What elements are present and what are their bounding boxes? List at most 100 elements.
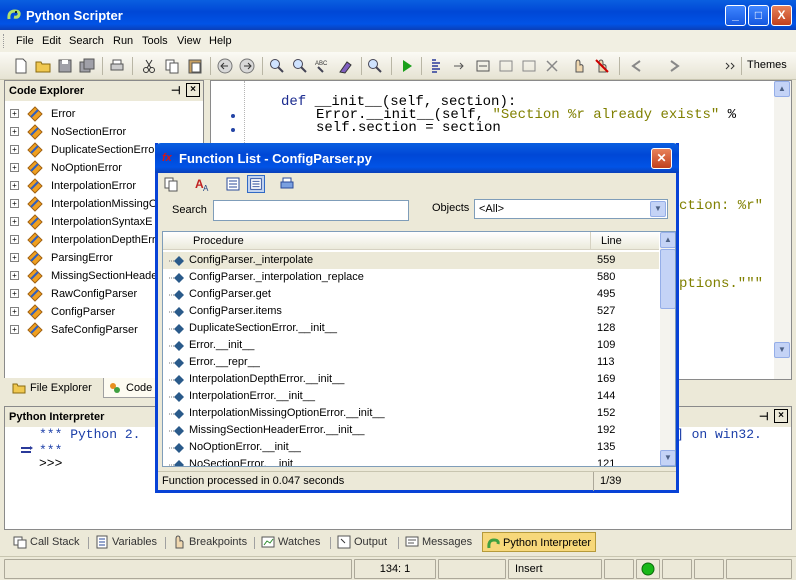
- replace-icon[interactable]: ABC: [314, 57, 332, 75]
- tab-code-explorer[interactable]: Code: [103, 378, 158, 398]
- expand-icon[interactable]: +: [10, 289, 19, 298]
- toggle-breakpoint-icon[interactable]: [570, 57, 588, 75]
- new-file-icon[interactable]: [12, 57, 30, 75]
- copy-icon[interactable]: [162, 175, 180, 193]
- chevron-down-icon[interactable]: ▼: [650, 201, 666, 217]
- expand-icon[interactable]: +: [10, 325, 19, 334]
- tab-watches[interactable]: Watches: [258, 532, 324, 552]
- step-into-icon[interactable]: [451, 57, 469, 75]
- debug-icon[interactable]: [428, 57, 446, 75]
- paste-icon[interactable]: [186, 57, 204, 75]
- toolbar-separator: [361, 57, 362, 75]
- table-row[interactable]: ConfigParser._interpolate 559: [163, 252, 659, 269]
- clear-breakpoints-icon[interactable]: [593, 57, 611, 75]
- table-row[interactable]: MissingSectionHeaderError.__init__ 192: [163, 422, 659, 439]
- back-icon[interactable]: [628, 57, 646, 75]
- forward-icon[interactable]: [665, 57, 683, 75]
- expand-icon[interactable]: +: [10, 199, 19, 208]
- toolbar-overflow-icon[interactable]: [722, 57, 740, 75]
- table-row[interactable]: InterpolationDepthError.__init__ 169: [163, 371, 659, 388]
- step-over-icon[interactable]: [474, 57, 492, 75]
- dialog-close-button[interactable]: ✕: [651, 148, 672, 169]
- table-row[interactable]: Error.__init__ 109: [163, 337, 659, 354]
- pin-icon[interactable]: ⊣: [171, 84, 183, 98]
- menu-file[interactable]: File: [16, 35, 34, 47]
- expand-icon[interactable]: +: [10, 235, 19, 244]
- scroll-down-icon[interactable]: ▼: [774, 342, 790, 358]
- close-panel-icon[interactable]: ×: [774, 409, 788, 423]
- print-icon[interactable]: [108, 57, 126, 75]
- step-out-icon[interactable]: [497, 57, 515, 75]
- close-panel-icon[interactable]: ×: [186, 83, 200, 97]
- pin-icon[interactable]: ⊣: [759, 410, 771, 424]
- clear-icon[interactable]: [337, 57, 355, 75]
- expand-icon[interactable]: +: [10, 145, 19, 154]
- save-all-icon[interactable]: [78, 57, 96, 75]
- table-row[interactable]: NoSectionError.__init__ 121: [163, 456, 659, 467]
- menu-view[interactable]: View: [177, 35, 201, 47]
- column-line[interactable]: Line: [591, 232, 659, 250]
- undo-icon[interactable]: [216, 57, 234, 75]
- minimize-button[interactable]: _: [725, 5, 746, 26]
- table-row[interactable]: InterpolationMissingOptionError.__init__…: [163, 405, 659, 422]
- copy-icon[interactable]: [163, 57, 181, 75]
- open-folder-icon[interactable]: [34, 57, 52, 75]
- tab-messages[interactable]: Messages: [402, 532, 476, 552]
- table-row[interactable]: InterpolationError.__init__ 144: [163, 388, 659, 405]
- expand-icon[interactable]: +: [10, 109, 19, 118]
- table-row[interactable]: ConfigParser.get 495: [163, 286, 659, 303]
- menu-edit[interactable]: Edit: [42, 35, 61, 47]
- cut-icon[interactable]: [140, 57, 158, 75]
- detail-view-icon[interactable]: [247, 175, 265, 193]
- themes-button[interactable]: Themes: [747, 59, 787, 71]
- find-icon[interactable]: [268, 57, 286, 75]
- list-view-icon[interactable]: [224, 175, 242, 193]
- menu-tools[interactable]: Tools: [142, 35, 168, 47]
- print-icon[interactable]: [278, 175, 296, 193]
- objects-select[interactable]: <All> ▼: [474, 199, 668, 219]
- menu-search[interactable]: Search: [69, 35, 104, 47]
- search-input[interactable]: [213, 200, 409, 221]
- close-button[interactable]: X: [771, 5, 792, 26]
- table-row[interactable]: NoOptionError.__init__ 135: [163, 439, 659, 456]
- goto-line-icon[interactable]: [366, 57, 384, 75]
- interpreter-prompt[interactable]: >>>: [39, 456, 62, 471]
- menu-help[interactable]: Help: [209, 35, 232, 47]
- expand-icon[interactable]: +: [10, 163, 19, 172]
- editor-vertical-scrollbar[interactable]: ▲ ▼: [774, 81, 791, 379]
- table-row[interactable]: DuplicateSectionError.__init__ 128: [163, 320, 659, 337]
- scroll-up-icon[interactable]: ▲: [774, 81, 790, 97]
- font-icon[interactable]: AA: [194, 175, 212, 193]
- expand-icon[interactable]: +: [10, 307, 19, 316]
- scroll-thumb[interactable]: [660, 249, 675, 309]
- find-next-icon[interactable]: [291, 57, 309, 75]
- tab-file-explorer[interactable]: File Explorer: [8, 378, 96, 398]
- run-to-cursor-icon[interactable]: [520, 57, 538, 75]
- expand-icon[interactable]: +: [10, 181, 19, 190]
- scroll-up-icon[interactable]: ▲: [660, 232, 675, 248]
- abort-icon[interactable]: [543, 57, 561, 75]
- expand-icon[interactable]: +: [10, 217, 19, 226]
- column-procedure[interactable]: Procedure: [163, 232, 591, 250]
- tab-breakpoints[interactable]: Breakpoints: [169, 532, 251, 552]
- menu-run[interactable]: Run: [113, 35, 133, 47]
- tab-call-stack[interactable]: Call Stack: [10, 532, 84, 552]
- expand-icon[interactable]: +: [10, 253, 19, 262]
- redo-icon[interactable]: [238, 57, 256, 75]
- run-icon[interactable]: [398, 57, 416, 75]
- save-icon[interactable]: [56, 57, 74, 75]
- expand-icon[interactable]: +: [10, 127, 19, 136]
- scroll-down-icon[interactable]: ▼: [660, 450, 675, 466]
- maximize-button[interactable]: □: [748, 5, 769, 26]
- tab-variables[interactable]: Variables: [92, 532, 161, 552]
- list-vertical-scrollbar[interactable]: ▲ ▼: [660, 232, 675, 466]
- line-number: 121: [597, 458, 616, 467]
- tab-output[interactable]: Output: [334, 532, 391, 552]
- tree-item[interactable]: + NoSectionError: [5, 123, 203, 141]
- table-row[interactable]: ConfigParser._interpolation_replace 580: [163, 269, 659, 286]
- table-row[interactable]: ConfigParser.items 527: [163, 303, 659, 320]
- expand-icon[interactable]: +: [10, 271, 19, 280]
- tree-item[interactable]: + Error: [5, 105, 203, 123]
- table-row[interactable]: Error.__repr__ 113: [163, 354, 659, 371]
- tab-python-interpreter[interactable]: Python Interpreter: [482, 532, 597, 552]
